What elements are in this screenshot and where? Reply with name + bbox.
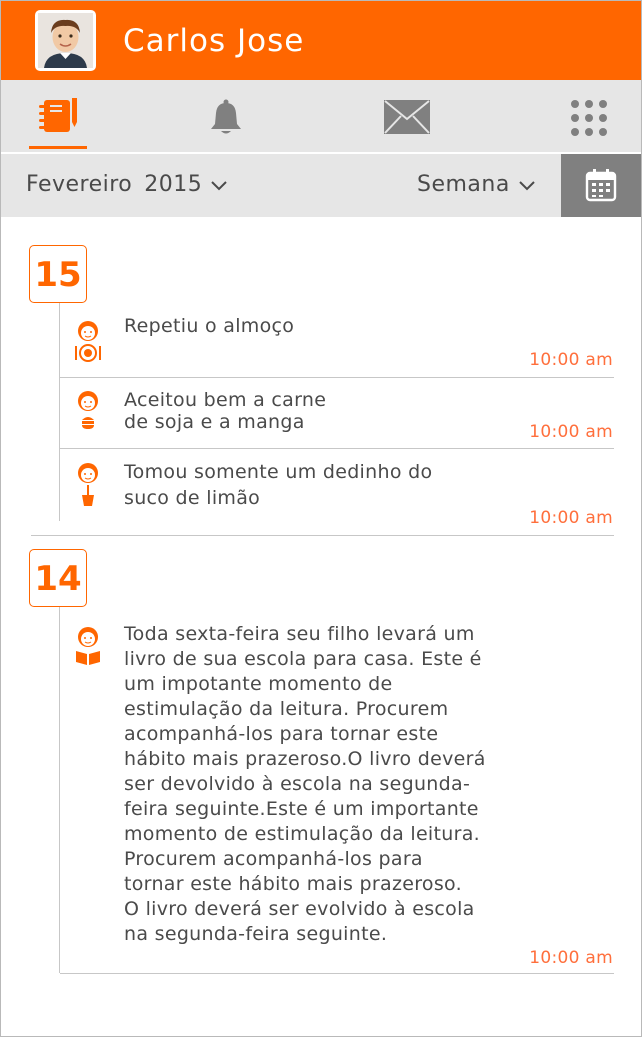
app-frame: Carlos Jose Fevereiro 2015 Semana 15 Rep… xyxy=(0,0,642,1037)
entry-line: acompanhá-los para tornar este xyxy=(124,723,439,745)
chevron-down-icon xyxy=(519,180,535,190)
year-label: 2015 xyxy=(144,172,203,197)
chevron-down-icon xyxy=(211,180,227,190)
entry-line: momento de estimulação da leitura. xyxy=(124,823,480,845)
entry-text: Toda sexta-feira seu filho levará um liv… xyxy=(124,622,486,947)
day-badge: 15 xyxy=(29,245,87,303)
entry-text: Repetiu o almoço xyxy=(124,314,294,339)
entry-divider xyxy=(60,448,614,449)
month-selector[interactable]: Fevereiro 2015 xyxy=(26,170,228,200)
agenda-notebook-icon xyxy=(39,98,77,132)
entry-line: suco de limão xyxy=(124,487,261,509)
entry-line: estimulação da leitura. Procurem xyxy=(124,698,449,720)
avatar[interactable] xyxy=(35,10,96,71)
entry-time: 10:00 am xyxy=(529,948,613,968)
day-divider xyxy=(31,535,614,536)
entry-line: feira seguinte.Este é um importante xyxy=(124,798,479,820)
entry-divider xyxy=(60,377,614,378)
entry-line: na segunda-feira seguinte. xyxy=(124,923,388,945)
entry-text: Aceitou bem a carne de soja e a manga xyxy=(124,388,326,435)
view-label: Semana xyxy=(417,172,510,197)
child-meal-icon xyxy=(75,321,101,362)
main-nav xyxy=(1,80,641,152)
entry-line: ser devolvido à escola na segunda- xyxy=(124,773,471,795)
child-photo-icon xyxy=(38,13,93,68)
entry-line: hábito mais prazeroso.O livro deverá xyxy=(124,748,486,770)
entry-line: Toda sexta-feira seu filho levará um xyxy=(124,623,475,645)
entry-time: 10:00 am xyxy=(529,350,613,370)
entry-line: Repetiu o almoço xyxy=(124,315,295,337)
child-food-icon xyxy=(78,391,98,429)
active-tab-indicator xyxy=(29,146,87,149)
entry-divider xyxy=(60,973,614,974)
tab-apps[interactable] xyxy=(532,80,641,152)
bell-icon xyxy=(211,99,241,134)
calendar-icon xyxy=(585,169,617,202)
filter-bar: Fevereiro 2015 Semana xyxy=(1,154,641,217)
entry-line: livro de sua escola para casa. Este é xyxy=(124,648,482,670)
tab-notifications[interactable] xyxy=(171,80,281,152)
month-label: Fevereiro xyxy=(26,172,133,197)
app-header: Carlos Jose xyxy=(1,1,641,80)
entry-line: O livro deverá ser evolvido à escola xyxy=(124,898,475,920)
apps-grid-icon xyxy=(571,100,607,136)
day-badge: 14 xyxy=(29,549,87,607)
envelope-icon xyxy=(384,100,430,134)
entry-line: tornar este hábito mais prazeroso. xyxy=(124,873,462,895)
calendar-button[interactable] xyxy=(561,154,641,217)
entry-line: de soja e a manga xyxy=(124,411,305,433)
entry-text: Tomou somente um dedinho do suco de limã… xyxy=(124,460,432,511)
tab-messages[interactable] xyxy=(352,80,462,152)
entry-line: um impotante momento de xyxy=(124,673,393,695)
timeline-line xyxy=(59,303,60,521)
entry-time: 10:00 am xyxy=(529,508,613,528)
child-drink-icon xyxy=(78,463,98,506)
entry-line: Procurem acompanhá-los para xyxy=(124,848,423,870)
child-reading-icon xyxy=(76,627,100,665)
timeline-line xyxy=(59,607,60,973)
user-name: Carlos Jose xyxy=(123,23,305,59)
view-selector[interactable]: Semana xyxy=(417,170,536,200)
tab-agenda[interactable] xyxy=(3,80,113,152)
entry-time: 10:00 am xyxy=(529,422,613,442)
entry-line: Tomou somente um dedinho do xyxy=(124,461,433,483)
